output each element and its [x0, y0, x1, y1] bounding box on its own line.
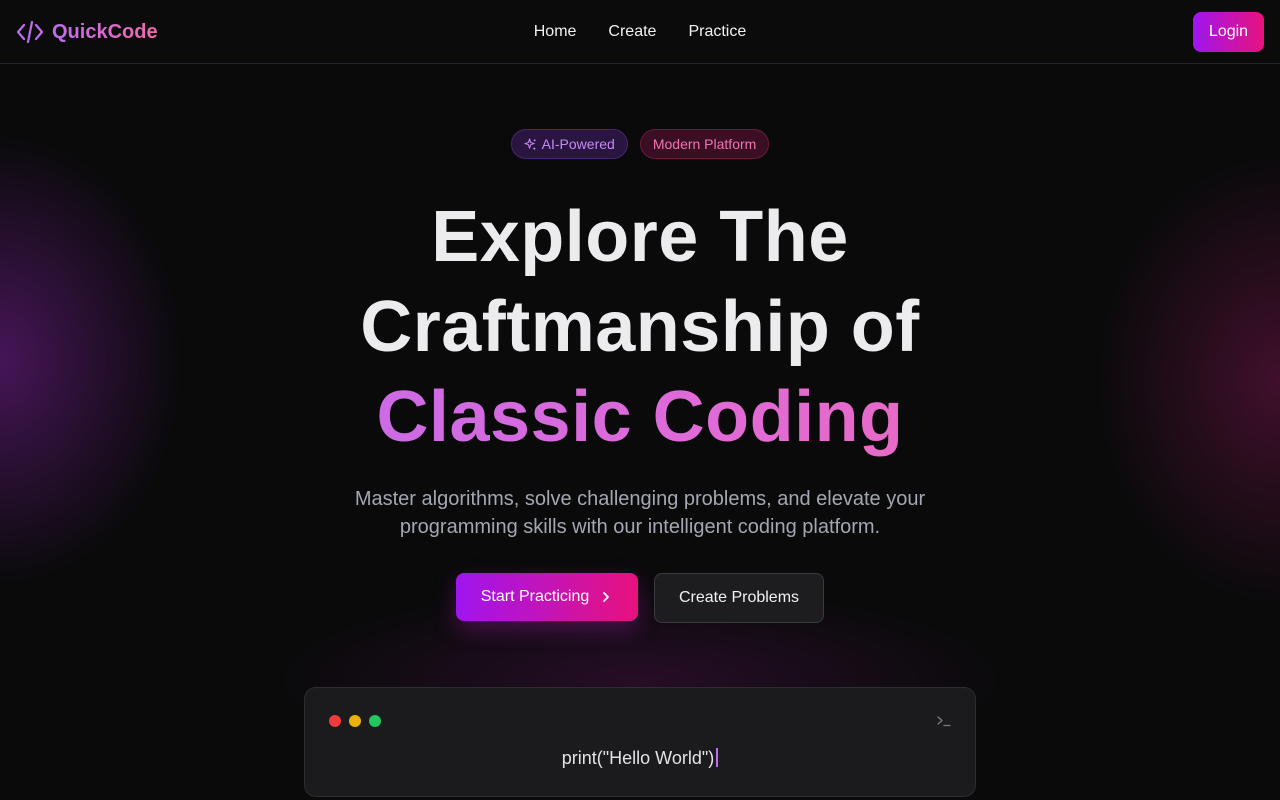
hero-cta-group: Start Practicing Create Problems [0, 573, 1280, 623]
code-terminal-card: print("Hello World") [304, 687, 976, 797]
brand-logo[interactable]: QuickCode [16, 19, 158, 45]
modern-platform-badge: Modern Platform [639, 129, 770, 159]
ai-powered-label: AI-Powered [541, 136, 615, 152]
modern-platform-label: Modern Platform [652, 136, 757, 152]
top-navbar: QuickCode Home Create Practice Login [0, 0, 1280, 64]
nav-practice-link[interactable]: Practice [688, 23, 746, 41]
start-practicing-label: Start Practicing [480, 588, 590, 605]
terminal-prompt-icon [937, 716, 951, 727]
hero-title-line1: Explore The [431, 197, 849, 277]
chevron-right-icon [603, 592, 610, 602]
sparkle-icon [524, 137, 536, 151]
nav-create-link[interactable]: Create [608, 23, 656, 41]
start-practicing-button[interactable]: Start Practicing [456, 573, 638, 621]
text-cursor [716, 748, 719, 767]
nav-home-link[interactable]: Home [534, 23, 577, 41]
ai-powered-badge: AI-Powered [510, 129, 628, 159]
brand-name: QuickCode [52, 20, 158, 43]
minimize-dot [349, 715, 361, 727]
close-dot [329, 715, 341, 727]
hero-title-line2: Craftmanship of [360, 287, 920, 367]
hero-title-highlight: Classic Coding [0, 372, 1280, 462]
code-brackets-icon [16, 20, 44, 44]
create-problems-button[interactable]: Create Problems [654, 573, 824, 623]
login-button[interactable]: Login [1193, 12, 1264, 52]
hero-subtitle: Master algorithms, solve challenging pro… [354, 488, 926, 538]
window-controls [329, 715, 381, 727]
hero-badges: AI-Powered Modern Platform [0, 129, 1280, 159]
main-nav: Home Create Practice [0, 0, 1280, 64]
hero-title: Explore The Craftmanship of Classic Codi… [0, 192, 1280, 462]
code-text: print("Hello World") [561, 748, 715, 768]
code-line: print("Hello World") [305, 748, 975, 769]
maximize-dot [369, 715, 381, 727]
